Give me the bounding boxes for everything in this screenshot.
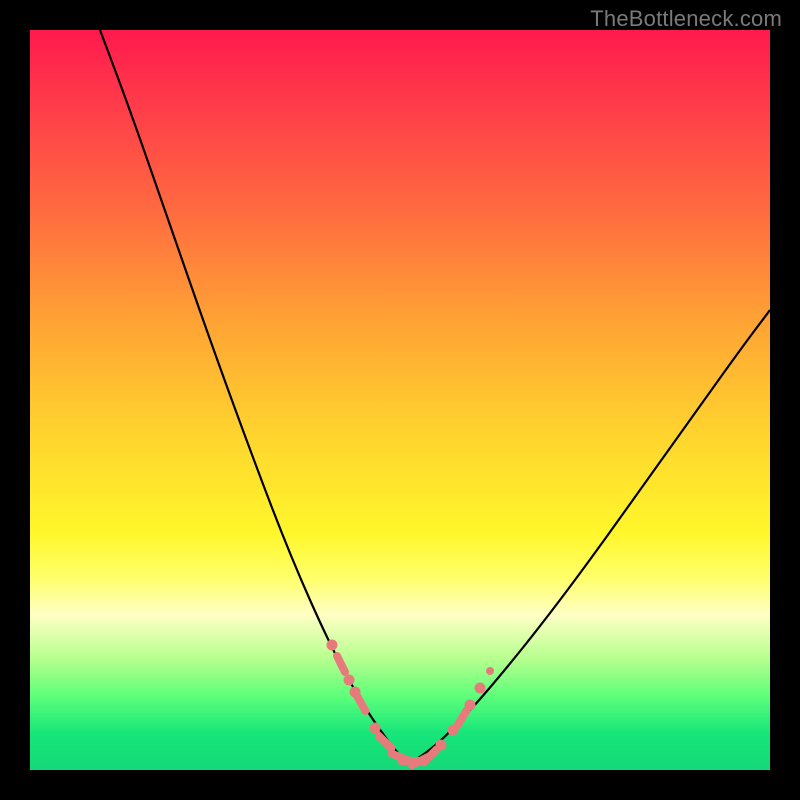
marker-dot [370,723,380,733]
left-curve [100,30,405,760]
marker-dot [327,640,337,650]
marker-dot [344,675,354,685]
marker-dot [465,700,475,710]
watermark-label: TheBottleneck.com [590,6,782,32]
marker-dot [475,683,485,693]
marker-dot [436,740,446,750]
bottleneck-curve-plot [30,30,770,770]
right-curve [415,310,770,760]
marker-segment [357,695,366,711]
marker-cluster [327,640,490,765]
marker-segment [379,736,392,749]
marker-segment [457,710,466,725]
marker-segment [337,656,345,672]
